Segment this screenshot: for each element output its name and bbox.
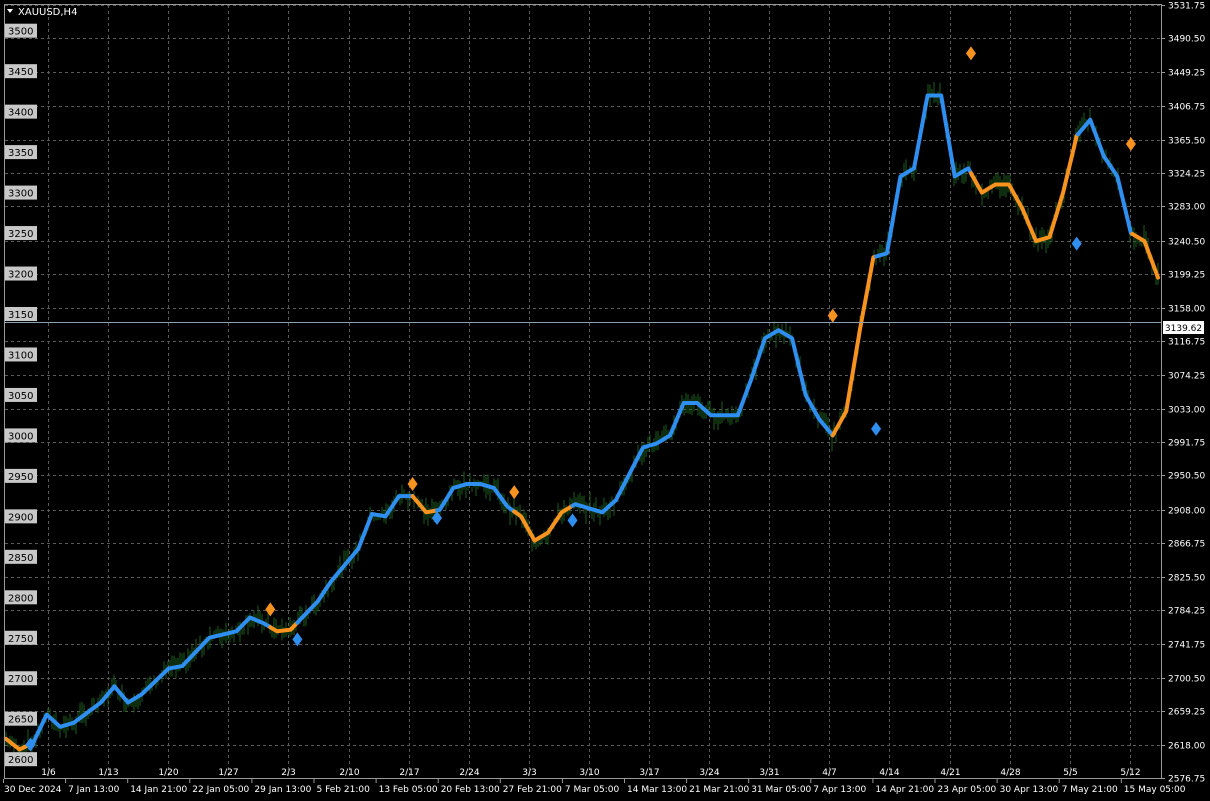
time-label: 31 Mar 05:00	[751, 785, 811, 795]
left-scale-label: 3350	[8, 148, 33, 159]
right-scale-label: 2866.75	[1168, 540, 1205, 550]
left-scale-label: 2900	[8, 512, 33, 523]
chart-window[interactable]: 3500 3450 3400 3350 3300 3250 3200 3150 3100 3050…	[0, 0, 1210, 801]
right-scale-label: 3199.25	[1168, 271, 1205, 281]
time-label: 15 May 05:00	[1124, 785, 1186, 795]
left-scale-label: 2800	[8, 593, 33, 604]
left-scale-label: 2700	[8, 674, 33, 685]
right-scale-label: 2576.75	[1168, 775, 1205, 785]
right-scale-label: 2991.75	[1168, 439, 1205, 449]
left-scale-label: 3300	[8, 189, 33, 200]
left-scale-label: 2650	[8, 715, 33, 726]
week-label: 2/10	[339, 768, 359, 778]
left-scale-label: 3250	[8, 229, 33, 240]
time-label: 14 Jan 21:00	[130, 785, 187, 795]
right-scale-label: 3365.50	[1168, 137, 1205, 147]
time-label: 20 Feb 13:00	[441, 785, 500, 795]
left-scale-label: 3200	[8, 270, 33, 281]
right-scale-label: 3283.00	[1168, 203, 1205, 213]
time-label: 29 Jan 13:00	[254, 785, 311, 795]
week-label: 1/27	[218, 768, 238, 778]
week-label: 2/17	[399, 768, 419, 778]
week-label: 4/28	[1000, 768, 1020, 778]
right-scale-label: 2741.75	[1168, 641, 1205, 651]
price-chart[interactable]: 3500 3450 3400 3350 3300 3250 3200 3150 3100 3050…	[0, 0, 1210, 801]
time-label: 7 May 21:00	[1062, 785, 1118, 795]
symbol-header[interactable]: XAUUSD,H4	[7, 7, 77, 18]
right-scale-label: 2950.50	[1168, 472, 1205, 482]
time-label: 30 Dec 2024	[4, 785, 62, 795]
left-scale-label: 2600	[8, 755, 33, 766]
symbol-label: XAUUSD,H4	[18, 7, 77, 18]
time-label: 30 Apr 13:00	[1000, 785, 1059, 795]
left-scale-label: 3050	[8, 391, 33, 402]
week-label: 5/12	[1120, 768, 1140, 778]
right-scale-label: 3074.25	[1168, 372, 1205, 382]
current-price-label: 3139.62	[1165, 324, 1202, 334]
right-scale-label: 2825.50	[1168, 574, 1205, 584]
time-label: 22 Jan 05:00	[192, 785, 249, 795]
right-scale-label: 3240.50	[1168, 238, 1205, 248]
week-label: 3/17	[639, 768, 659, 778]
left-scale-label: 3400	[8, 108, 33, 119]
left-scale-label: 3500	[8, 27, 33, 38]
right-scale-label: 3033.00	[1168, 406, 1205, 416]
right-scale-label: 3449.25	[1168, 69, 1205, 79]
time-label: 23 Apr 05:00	[938, 785, 997, 795]
week-label: 3/3	[522, 768, 536, 778]
left-scale-label: 2850	[8, 553, 33, 564]
right-scale-label: 3324.25	[1168, 170, 1205, 180]
week-label: 3/10	[579, 768, 599, 778]
time-label: 5 Feb 21:00	[317, 785, 371, 795]
right-scale-label: 3406.75	[1168, 103, 1205, 113]
week-label: 3/31	[759, 768, 779, 778]
right-scale-label: 2784.25	[1168, 607, 1205, 617]
week-label: 5/5	[1063, 768, 1077, 778]
week-label: 1/20	[158, 768, 178, 778]
right-scale-label: 2908.00	[1168, 507, 1205, 517]
time-label: 27 Feb 21:00	[503, 785, 562, 795]
week-label: 4/21	[940, 768, 960, 778]
right-scale-label: 2700.50	[1168, 675, 1205, 685]
time-label: 14 Mar 13:00	[627, 785, 687, 795]
left-scale-label: 3100	[8, 350, 33, 361]
time-label: 7 Jan 13:00	[68, 785, 120, 795]
left-scale-label: 3450	[8, 67, 33, 78]
week-label: 2/3	[281, 768, 295, 778]
right-scale-label: 2659.25	[1168, 708, 1205, 718]
chart-background	[0, 0, 1210, 801]
right-scale-label: 3158.00	[1168, 305, 1205, 315]
week-label: 2/24	[459, 768, 479, 778]
time-label: 14 Apr 21:00	[875, 785, 934, 795]
time-label: 7 Apr 13:00	[813, 785, 866, 795]
time-label: 13 Feb 05:00	[379, 785, 438, 795]
week-label: 1/13	[98, 768, 118, 778]
left-scale-label: 2950	[8, 472, 33, 483]
right-scale-label: 3531.75	[1168, 2, 1205, 12]
time-label: 21 Mar 21:00	[689, 785, 749, 795]
left-scale-label: 3150	[8, 310, 33, 321]
right-scale-label: 3490.50	[1168, 35, 1205, 45]
week-label: 4/7	[822, 768, 836, 778]
left-scale-label: 2750	[8, 634, 33, 645]
time-label: 7 Mar 05:00	[565, 785, 620, 795]
week-label: 4/14	[879, 768, 899, 778]
left-scale-label: 3000	[8, 431, 33, 442]
current-price-marker: 3139.62	[1163, 321, 1204, 334]
right-scale-label: 2618.00	[1168, 742, 1205, 752]
week-label: 1/6	[41, 768, 56, 778]
right-scale-label: 3116.75	[1168, 338, 1205, 348]
week-label: 3/24	[699, 768, 719, 778]
